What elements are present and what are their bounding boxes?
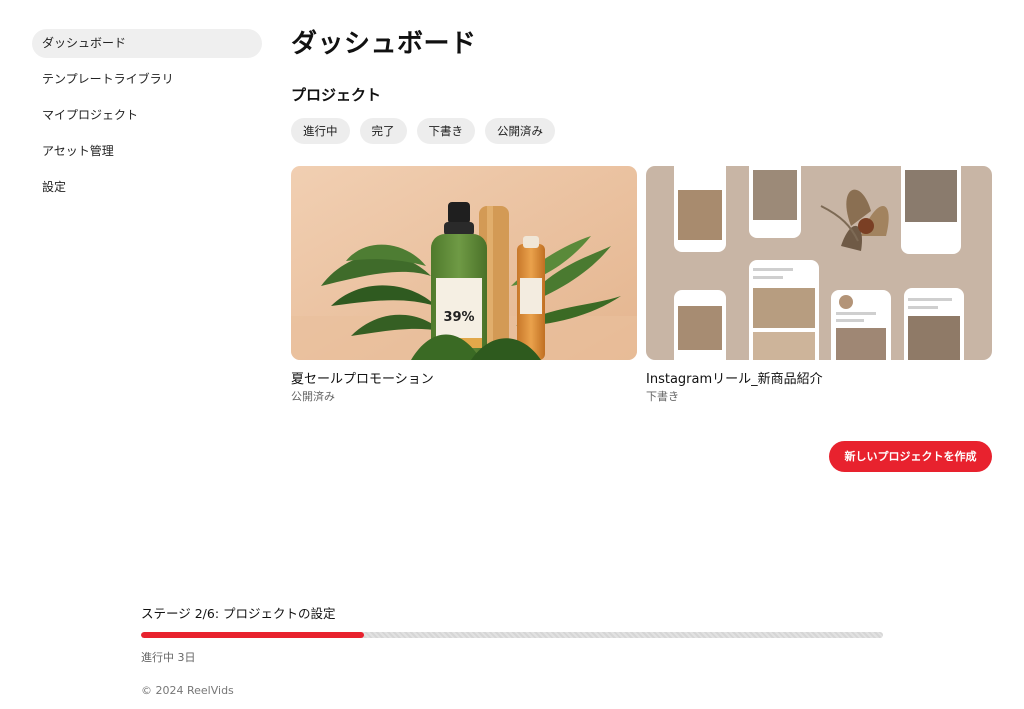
sidebar-item-my-projects[interactable]: マイプロジェクト bbox=[32, 101, 262, 130]
filter-chip-completed[interactable]: 完了 bbox=[359, 118, 407, 144]
bottle-label-text: 39% bbox=[443, 310, 474, 325]
stage-label: ステージ 2/6: プロジェクトの設定 bbox=[141, 606, 336, 621]
sidebar: ダッシュボード テンプレートライブラリ マイプロジェクト アセット管理 設定 bbox=[32, 29, 262, 209]
main-content: ダッシュボード プロジェクト 進行中 完了 下書き 公開済み 39% 夏セールプ… bbox=[291, 28, 993, 404]
section-title-projects: プロジェクト bbox=[291, 86, 382, 104]
filter-chips: 進行中 完了 下書き 公開済み bbox=[291, 118, 993, 144]
project-thumbnail-phone-mockups bbox=[646, 166, 992, 360]
create-project-button[interactable]: 新しいプロジェクトを作成 bbox=[829, 441, 992, 472]
stage-progress-fill bbox=[141, 632, 364, 638]
project-title: 夏セールプロモーション bbox=[291, 372, 434, 387]
sidebar-item-dashboard[interactable]: ダッシュボード bbox=[32, 29, 262, 58]
stage-progress-bar bbox=[141, 632, 883, 638]
project-title: Instagramリール_新商品紹介 bbox=[646, 372, 823, 387]
project-thumbnail-product-bottle: 39% bbox=[291, 166, 637, 360]
stage-progress: ステージ 2/6: プロジェクトの設定 進行中 3日 bbox=[141, 606, 883, 665]
project-status: 下書き bbox=[646, 390, 679, 403]
sidebar-item-asset-management[interactable]: アセット管理 bbox=[32, 137, 262, 166]
stage-days: 進行中 3日 bbox=[141, 651, 196, 664]
filter-chip-published[interactable]: 公開済み bbox=[485, 118, 555, 144]
sidebar-item-template-library[interactable]: テンプレートライブラリ bbox=[32, 65, 262, 94]
app-root: ダッシュボード テンプレートライブラリ マイプロジェクト アセット管理 設定 ダ… bbox=[0, 0, 1024, 709]
project-cards: 39% 夏セールプロモーション 公開済み Instagramリール_新商品紹介 … bbox=[291, 166, 993, 404]
filter-chip-draft[interactable]: 下書き bbox=[416, 118, 475, 144]
project-status: 公開済み bbox=[291, 390, 335, 403]
sidebar-item-settings[interactable]: 設定 bbox=[32, 173, 262, 202]
project-card-instagram-reel[interactable]: Instagramリール_新商品紹介 下書き bbox=[646, 166, 992, 404]
project-card-summer-sale[interactable]: 39% 夏セールプロモーション 公開済み bbox=[291, 166, 637, 404]
filter-chip-in-progress[interactable]: 進行中 bbox=[291, 118, 350, 144]
footer-copyright: © 2024 ReelVids bbox=[141, 684, 234, 697]
page-title: ダッシュボード bbox=[291, 29, 477, 59]
